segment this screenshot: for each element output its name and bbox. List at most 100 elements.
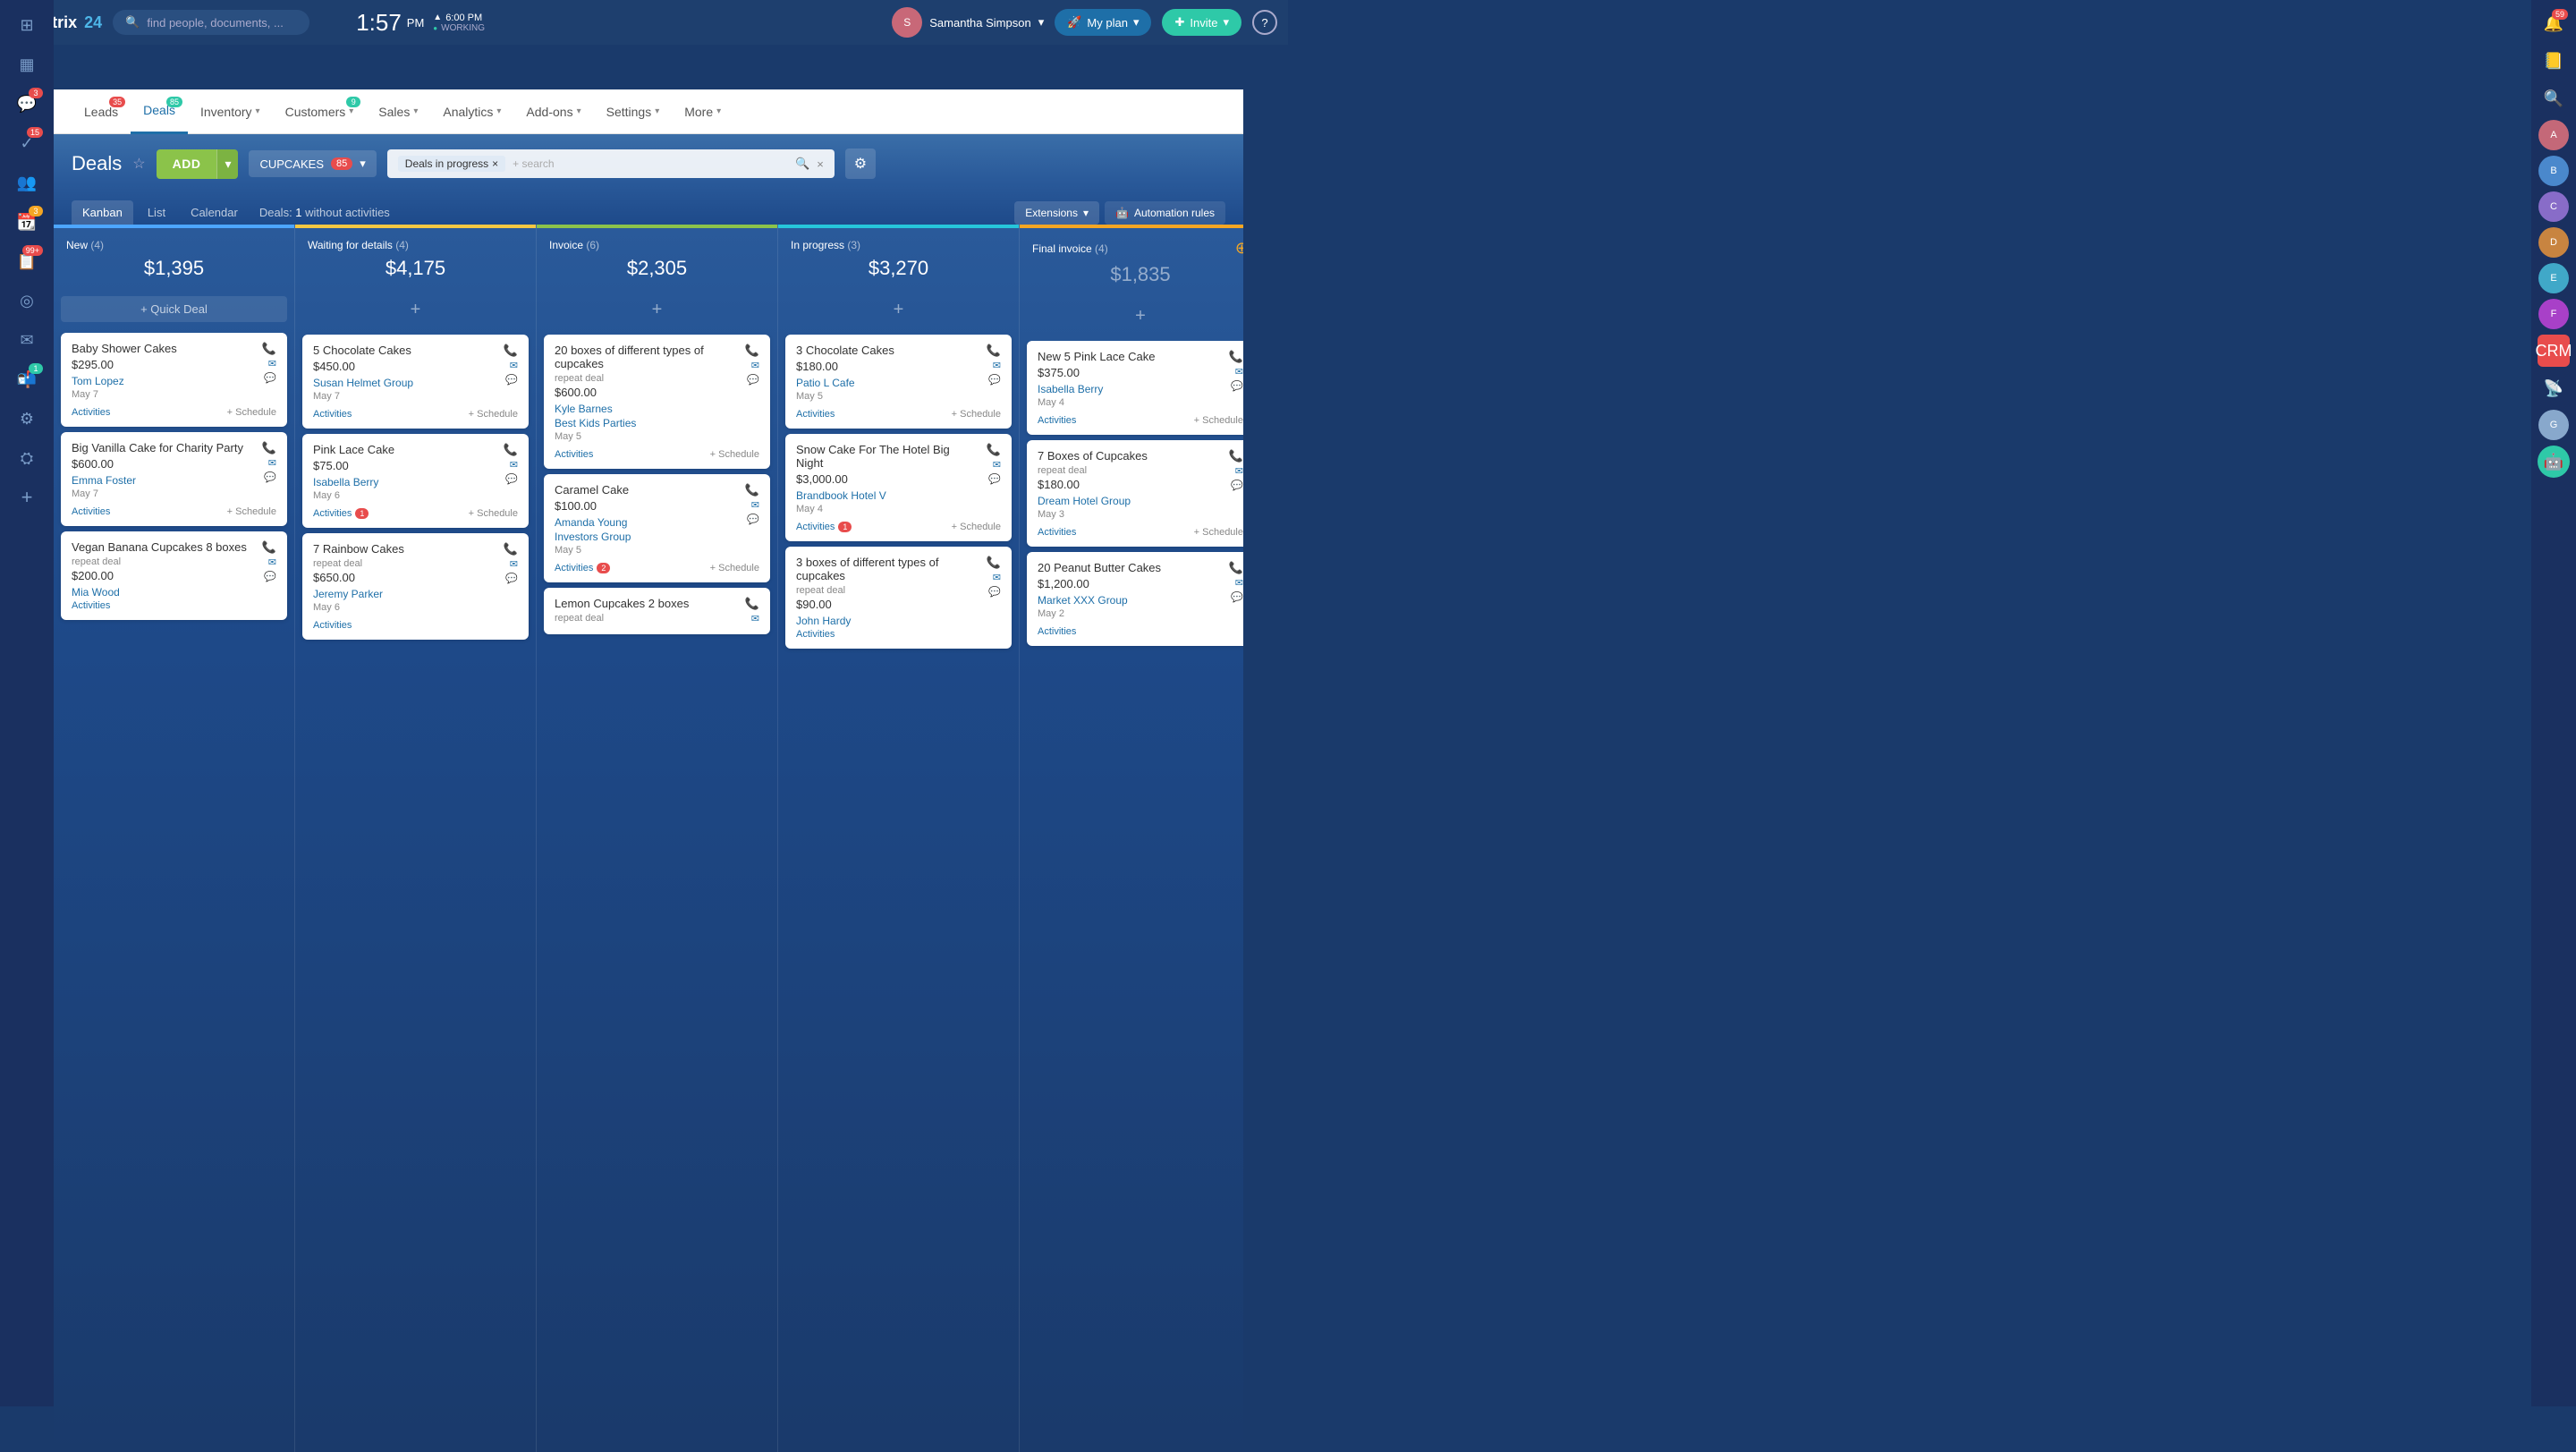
sidebar-icon-tools[interactable]: ⚙ xyxy=(9,401,45,437)
schedule-button[interactable]: + Schedule xyxy=(710,563,759,573)
phone-icon[interactable]: 📞 xyxy=(987,443,1001,457)
search-filter[interactable]: Deals in progress × + search 🔍 × xyxy=(387,149,835,178)
email-icon[interactable]: ✉ xyxy=(993,459,1001,471)
phone-icon[interactable]: 📞 xyxy=(262,441,276,455)
card-client[interactable]: Market XXX Group xyxy=(1038,594,1243,607)
phone-icon[interactable]: 📞 xyxy=(1229,561,1243,575)
help-button[interactable]: ? xyxy=(1252,10,1277,35)
card-client[interactable]: Kyle Barnes xyxy=(555,403,759,415)
email-icon[interactable]: ✉ xyxy=(751,613,759,624)
chat-icon[interactable]: 💬 xyxy=(264,471,276,483)
activities-button[interactable]: Activities xyxy=(555,449,593,460)
card-title[interactable]: New 5 Pink Lace Cake xyxy=(1038,350,1243,363)
favorite-icon[interactable]: ☆ xyxy=(132,155,145,173)
add-button[interactable]: ADD xyxy=(157,149,217,179)
activities-button[interactable]: Activities xyxy=(1038,415,1076,426)
tab-list[interactable]: List xyxy=(137,200,176,225)
schedule-button[interactable]: + Schedule xyxy=(227,407,276,418)
nav-customers[interactable]: Customers 9 ▾ xyxy=(273,89,367,134)
right-avatar-5[interactable]: E xyxy=(2538,263,2569,293)
right-avatar-2[interactable]: B xyxy=(2538,156,2569,186)
sidebar-contacts-icon[interactable]: 📒 xyxy=(2538,45,2570,77)
sidebar-icon-calendar[interactable]: ▦ xyxy=(9,47,45,82)
right-avatar-3[interactable]: C xyxy=(2538,191,2569,222)
sidebar-icon-add[interactable]: + xyxy=(9,480,45,515)
chat-icon[interactable]: 💬 xyxy=(747,374,759,386)
card-title[interactable]: 7 Rainbow Cakes xyxy=(313,542,518,556)
card-title[interactable]: 7 Boxes of Cupcakes xyxy=(1038,449,1243,463)
card-title[interactable]: 3 boxes of different types of cupcakes xyxy=(796,556,1001,582)
column-settings-button[interactable]: ⚙ xyxy=(845,149,876,179)
automation-rules-button[interactable]: 🤖 Automation rules xyxy=(1105,201,1225,225)
phone-icon[interactable]: 📞 xyxy=(504,344,518,358)
card-title[interactable]: 3 Chocolate Cakes xyxy=(796,344,1001,357)
email-icon[interactable]: ✉ xyxy=(510,558,518,570)
sidebar-icon-settings[interactable]: ⛭ xyxy=(9,440,45,476)
schedule-button[interactable]: + Schedule xyxy=(952,522,1001,532)
phone-icon[interactable]: 📞 xyxy=(262,342,276,356)
chat-icon[interactable]: 💬 xyxy=(505,374,518,386)
card-client[interactable]: Tom Lopez xyxy=(72,375,276,387)
add-dropdown-button[interactable]: ▾ xyxy=(216,149,238,179)
email-icon[interactable]: ✉ xyxy=(993,572,1001,583)
schedule-button[interactable]: + Schedule xyxy=(710,449,759,460)
chat-icon[interactable]: 💬 xyxy=(1231,591,1243,603)
chat-icon[interactable]: 💬 xyxy=(1231,380,1243,392)
right-avatar-1[interactable]: A xyxy=(2538,120,2569,150)
activities-button[interactable]: Activities 1 xyxy=(313,508,369,519)
chat-icon[interactable]: 💬 xyxy=(1231,480,1243,491)
card-client2[interactable]: Investors Group xyxy=(555,531,759,543)
nav-sales[interactable]: Sales ▾ xyxy=(366,89,430,134)
tag-close-icon[interactable]: × xyxy=(492,157,498,170)
chat-icon[interactable]: 💬 xyxy=(264,571,276,582)
card-title[interactable]: Pink Lace Cake xyxy=(313,443,518,456)
chat-icon[interactable]: 💬 xyxy=(988,374,1001,386)
phone-icon[interactable]: 📞 xyxy=(987,344,1001,358)
nav-more[interactable]: More ▾ xyxy=(672,89,733,134)
phone-icon[interactable]: 📞 xyxy=(1229,350,1243,364)
activities-button[interactable]: Activities xyxy=(313,409,352,420)
sidebar-icon-chat[interactable]: 💬 3 xyxy=(9,86,45,122)
email-icon[interactable]: ✉ xyxy=(1235,465,1243,477)
card-client[interactable]: Amanda Young xyxy=(555,516,759,529)
card-title[interactable]: Vegan Banana Cupcakes 8 boxes xyxy=(72,540,276,554)
card-client[interactable]: Susan Helmet Group xyxy=(313,377,518,389)
my-plan-button[interactable]: 🚀 My plan ▾ xyxy=(1055,9,1151,36)
tab-calendar[interactable]: Calendar xyxy=(180,200,249,225)
activities-button[interactable]: Activities xyxy=(796,409,835,420)
right-avatar-6[interactable]: F xyxy=(2538,299,2569,329)
schedule-button[interactable]: + Schedule xyxy=(469,409,518,420)
sidebar-icon-contacts[interactable]: 👥 xyxy=(9,165,45,200)
schedule-button[interactable]: + Schedule xyxy=(1194,527,1243,538)
phone-icon[interactable]: 📞 xyxy=(745,344,759,358)
card-client[interactable]: Mia Wood xyxy=(72,586,276,599)
schedule-button[interactable]: + Schedule xyxy=(469,508,518,519)
chat-icon[interactable]: 💬 xyxy=(264,372,276,384)
clear-search-icon[interactable]: × xyxy=(817,157,824,171)
phone-icon[interactable]: 📞 xyxy=(1229,449,1243,463)
card-title[interactable]: Caramel Cake xyxy=(555,483,759,497)
activities-button[interactable]: Activities xyxy=(796,629,835,640)
activities-button[interactable]: Activities xyxy=(72,506,110,517)
schedule-button[interactable]: + Schedule xyxy=(227,506,276,517)
activities-button[interactable]: Activities xyxy=(72,407,110,418)
card-client[interactable]: Dream Hotel Group xyxy=(1038,495,1243,507)
chat-icon[interactable]: 💬 xyxy=(988,473,1001,485)
card-title[interactable]: Lemon Cupcakes 2 boxes xyxy=(555,597,759,610)
phone-icon[interactable]: 📞 xyxy=(745,483,759,497)
schedule-button[interactable]: + Schedule xyxy=(1194,415,1243,426)
activities-button[interactable]: Activities 1 xyxy=(796,522,852,532)
add-deal-progress-button[interactable]: + xyxy=(785,296,1012,324)
chat-icon[interactable]: 💬 xyxy=(505,473,518,485)
sidebar-icon-email[interactable]: ✉ xyxy=(9,322,45,358)
chat-icon[interactable]: 💬 xyxy=(505,573,518,584)
phone-icon[interactable]: 📞 xyxy=(745,597,759,611)
email-icon[interactable]: ✉ xyxy=(751,499,759,511)
user-profile[interactable]: S Samantha Simpson ▾ xyxy=(892,7,1044,38)
nav-analytics[interactable]: Analytics ▾ xyxy=(430,89,513,134)
phone-icon[interactable]: 📞 xyxy=(262,540,276,555)
activities-button[interactable]: Activities xyxy=(72,600,110,611)
card-client[interactable]: Isabella Berry xyxy=(313,476,518,488)
phone-icon[interactable]: 📞 xyxy=(504,443,518,457)
card-client[interactable]: Emma Foster xyxy=(72,474,276,487)
